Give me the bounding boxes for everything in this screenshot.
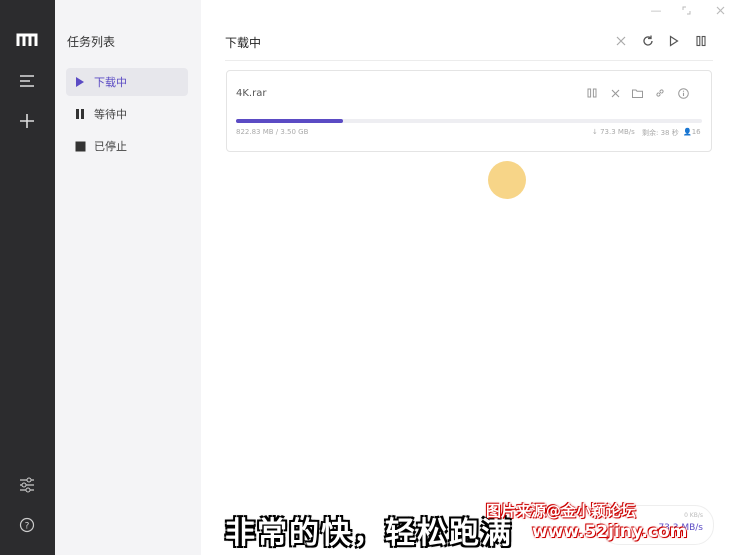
app-window: ? 任务列表 下载中 等待中 已停止 — 下载中 4K.rar 822.83 M… [0,0,737,555]
task-progress-fill [236,119,344,123]
app-logo-icon [14,27,40,53]
settings-sliders-icon[interactable] [14,472,40,498]
sidebar-item-waiting[interactable]: 等待中 [66,100,188,128]
stop-icon [66,141,94,152]
page-title: 下载中 [225,36,262,50]
task-info-icon[interactable] [675,85,691,101]
cursor-highlight [488,161,526,199]
task-size-progress: 822.83 MB / 3.50 GB [236,128,309,136]
refresh-icon[interactable] [638,31,658,51]
video-subtitle: 非常的快，轻松跑满 [225,516,513,551]
task-delete-icon[interactable] [607,85,623,101]
task-card[interactable]: 4K.rar 822.83 MB / 3.50 GB ↓ 73.3 MB/s 剩… [226,70,712,152]
pause-all-icon[interactable] [691,31,711,51]
task-sidebar: 任务列表 下载中 等待中 已停止 [55,0,201,555]
resume-all-icon[interactable] [664,31,684,51]
help-icon[interactable]: ? [14,512,40,538]
sidebar-item-stopped[interactable]: 已停止 [66,132,188,160]
copy-link-icon[interactable] [652,85,668,101]
maximize-window-icon[interactable] [678,3,694,17]
header-divider [225,60,713,61]
main-panel: — 下载中 4K.rar 822.83 MB / 3.50 GB ↓ 73.3 … [201,0,737,555]
task-progress-bar [236,119,702,123]
task-remaining-time: 剩余: 38 秒 [642,129,679,137]
add-task-icon[interactable] [14,108,40,134]
sidebar-item-label: 下载中 [94,76,127,89]
watermark-source: 图片来源@金小颖论坛 [486,502,637,520]
task-connections: 👤16 [683,128,701,136]
sidebar-item-label: 已停止 [94,140,127,153]
watermark-url: www.52jiny.com [532,522,688,542]
icon-rail: ? [0,0,55,555]
delete-all-icon[interactable] [611,31,631,51]
svg-text:?: ? [25,522,30,532]
pause-icon [66,108,94,120]
connections-icon: 👤 [683,128,692,136]
task-pause-icon[interactable] [584,85,600,101]
sidebar-item-downloading[interactable]: 下载中 [66,68,188,96]
task-list-icon[interactable] [14,68,40,94]
close-window-icon[interactable] [712,3,728,17]
sidebar-title: 任务列表 [67,35,116,49]
task-connections-count: 16 [691,128,701,136]
task-filename: 4K.rar [236,88,267,99]
task-speed: ↓ 73.3 MB/s [592,128,635,136]
sidebar-item-label: 等待中 [94,108,127,121]
minimize-window-icon[interactable]: — [648,3,664,17]
open-folder-icon[interactable] [629,85,645,101]
upload-speed: 0 KB/s [684,512,703,519]
play-icon [66,76,94,88]
